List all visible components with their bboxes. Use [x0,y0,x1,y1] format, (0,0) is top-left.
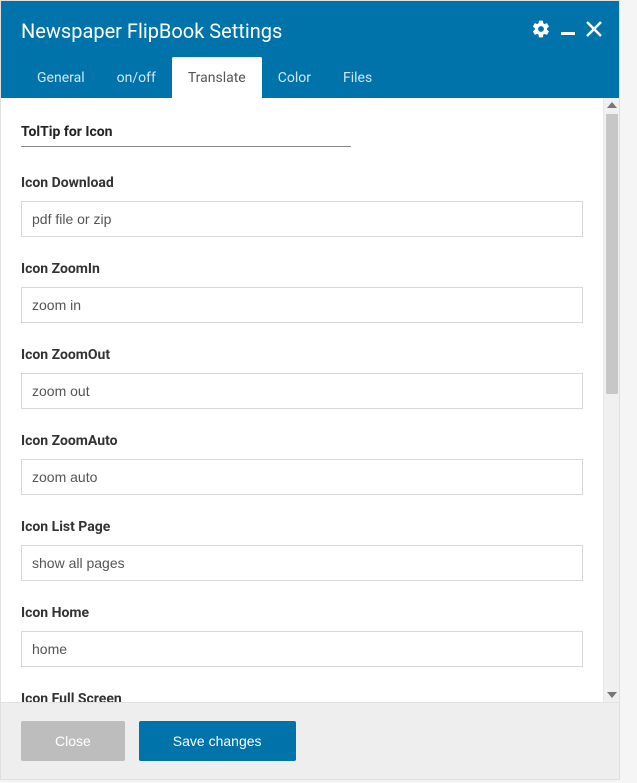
dialog-footer: Close Save changes [1,702,619,779]
field-icon-zoomin: Icon ZoomIn [21,261,583,323]
label-icon-zoomout: Icon ZoomOut [21,347,583,363]
close-icon[interactable] [585,20,603,38]
label-icon-fullscreen: Icon Full Screen [21,691,583,702]
dialog-title: Newspaper FlipBook Settings [21,19,599,43]
label-icon-home: Icon Home [21,605,583,621]
tab-color[interactable]: Color [262,57,327,98]
tab-files[interactable]: Files [327,57,388,98]
minimize-icon[interactable] [561,22,575,36]
scroll-down-arrow[interactable] [607,692,617,698]
label-icon-download: Icon Download [21,175,583,191]
tabs: General on/off Translate Color Files [21,57,599,98]
scrollbar[interactable] [603,98,619,702]
field-icon-listpage: Icon List Page [21,519,583,581]
input-icon-listpage[interactable] [21,545,583,581]
window-controls [531,19,603,39]
scroll-thumb[interactable] [606,114,618,394]
field-icon-download: Icon Download [21,175,583,237]
label-icon-listpage: Icon List Page [21,519,583,535]
gear-icon[interactable] [531,19,551,39]
tab-general[interactable]: General [21,57,101,98]
field-icon-zoomout: Icon ZoomOut [21,347,583,409]
input-icon-home[interactable] [21,631,583,667]
content-area: TolTip for Icon Icon Download Icon ZoomI… [1,98,603,702]
input-icon-zoomout[interactable] [21,373,583,409]
settings-dialog: Newspaper FlipBook Settings General on/o… [0,0,620,780]
section-divider [21,146,351,147]
input-icon-zoomauto[interactable] [21,459,583,495]
field-icon-zoomauto: Icon ZoomAuto [21,433,583,495]
close-button[interactable]: Close [21,721,125,761]
scroll-up-arrow[interactable] [607,102,617,108]
tab-translate[interactable]: Translate [172,57,262,98]
field-icon-home: Icon Home [21,605,583,667]
label-icon-zoomin: Icon ZoomIn [21,261,583,277]
content-wrapper: TolTip for Icon Icon Download Icon ZoomI… [1,98,619,702]
label-icon-zoomauto: Icon ZoomAuto [21,433,583,449]
section-title: TolTip for Icon [21,124,583,140]
input-icon-download[interactable] [21,201,583,237]
save-button[interactable]: Save changes [139,721,296,761]
dialog-header: Newspaper FlipBook Settings General on/o… [1,1,619,98]
tab-onoff[interactable]: on/off [101,57,172,98]
input-icon-zoomin[interactable] [21,287,583,323]
